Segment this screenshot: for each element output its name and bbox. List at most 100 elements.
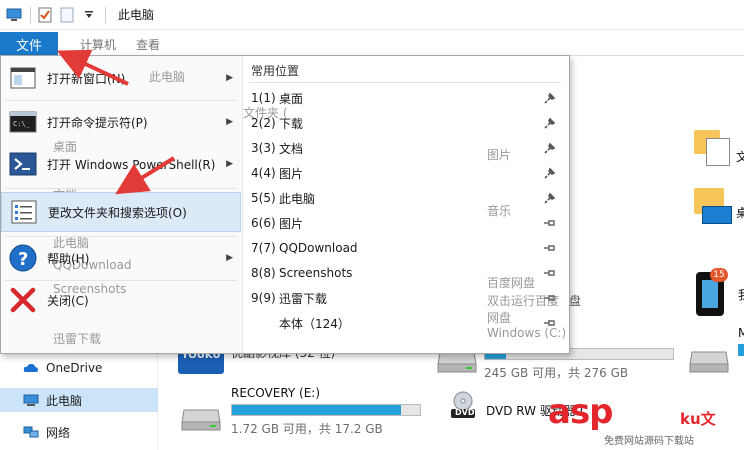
badge: 15 [710,268,728,282]
partial-label: 我 [738,286,744,303]
tab-computer[interactable]: 计算机 [80,36,116,53]
svg-text:?: ? [18,249,28,270]
ribbon-tabs: 文件 计算机 查看 [0,30,744,56]
powershell-icon [7,148,39,180]
nav-item-network[interactable]: 网络 [0,420,158,444]
faded-text: 迅雷下载 [53,332,102,346]
help-icon: ? [7,242,39,274]
chevron-down-icon[interactable] [81,7,97,23]
menu-label: 关闭(C) [47,293,89,308]
nav-item-onedrive[interactable]: OneDrive [0,356,158,380]
pin-icon[interactable] [543,91,557,105]
drive-usage-fill [232,405,402,415]
window-title: 此电脑 [118,8,155,22]
computer-icon [22,393,40,407]
partial-label: 文 [736,150,744,164]
menu-separator [5,236,237,237]
frequent-item-number: 8(8) [251,266,276,280]
quick-access-separator [30,6,31,23]
menu-item-open-new-window[interactable]: 打开新窗口(N) ▶ [1,60,241,96]
menu-separator [5,280,237,281]
frequent-item[interactable]: 2(2) 下载 [251,112,561,134]
command-prompt-icon: C:\_ [7,106,39,138]
menu-label: 打开 Windows PowerShell(R) [47,157,216,172]
frequent-item[interactable]: 7(7) QQDownload [251,237,561,259]
frequent-item[interactable]: 5(5) 此电脑 [251,187,561,209]
drive-info: 245 GB 可用，共 276 GB [484,366,629,380]
submenu-arrow-icon: ▶ [226,159,233,169]
frequent-item[interactable]: 9(9) 迅雷下载 [251,287,561,309]
document-icon [706,138,730,166]
submenu-arrow-icon: ▶ [226,73,233,83]
new-folder-icon[interactable] [59,7,75,23]
frequent-item-label: 桌面 [279,91,304,106]
frequent-item-number: 7(7) [251,241,276,255]
menu-item-command-prompt[interactable]: C:\_ 打开命令提示符(P) ▶ [1,104,241,140]
frequent-item[interactable]: 1(1) 桌面 [251,87,561,109]
phone-screen [702,280,718,308]
nav-label: 此电脑 [46,393,83,408]
menu-item-close[interactable]: 关闭(C) [1,282,241,318]
pin-icon[interactable] [543,141,557,155]
pin-icon[interactable] [543,116,557,130]
menu-item-help[interactable]: ? 帮助(H) ▶ [1,240,241,276]
frequent-item[interactable]: 4(4) 图片 [251,162,561,184]
network-icon [22,425,40,439]
frequent-item[interactable]: 本体（124） [251,312,561,334]
faded-text: 盘 [569,294,582,308]
unpin-icon[interactable] [543,266,557,280]
svg-text:C:\_: C:\_ [13,120,31,128]
menu-label: 帮助(H) [47,251,90,266]
nav-item-this-pc[interactable]: 此电脑 [0,388,158,412]
frequent-item-number: 4(4) [251,166,276,180]
dvd-icon: DVD [448,390,478,420]
dvd-label: DVD [455,408,475,417]
frequent-item-label: Screenshots [279,266,353,280]
drive-info: 1.72 GB 可用，共 17.2 GB [231,422,383,436]
file-tab[interactable]: 文件 [0,32,58,56]
submenu-arrow-icon: ▶ [226,117,233,127]
nav-label: 网络 [46,425,71,440]
menu-item-powershell[interactable]: 打开 Windows PowerShell(R) ▶ [1,144,241,184]
frequent-item-number: 9(9) [251,291,276,305]
frequent-item-number: 3(3) [251,141,276,155]
frequent-item-label: 下载 [279,116,304,131]
watermark-suffix: ku文 [680,410,716,428]
drive-name: RECOVERY (E:) [231,386,321,400]
frequent-item-number: 2(2) [251,116,276,130]
cloud-icon [22,361,40,375]
unpin-icon[interactable] [543,316,557,330]
frequent-item-label: 图片 [279,166,304,181]
menu-item-folder-options[interactable]: 更改文件夹和搜索选项(O) [1,192,241,232]
frequent-item-label: 迅雷下载 [279,291,328,306]
file-menu-commands: 此电脑 桌面 文档 此电脑 QQDownload Screenshots 迅雷下… [1,56,241,353]
menu-separator [5,188,237,189]
menu-label: 打开命令提示符(P) [47,115,148,130]
unpin-icon[interactable] [543,241,557,255]
submenu-arrow-icon: ▶ [226,253,233,263]
partial-usage-bar [738,344,744,356]
watermark: asp ku文 免费网站源码下载站 [548,392,742,448]
properties-icon[interactable] [37,7,53,23]
unpin-icon[interactable] [543,216,557,230]
frequent-item-number: 6(6) [251,216,276,230]
pin-icon[interactable] [543,191,557,205]
computer-icon[interactable] [6,7,22,23]
menu-label: 打开新窗口(N) [47,71,126,86]
watermark-logo: asp [548,392,614,432]
window-icon [7,62,39,94]
frequent-item[interactable]: 6(6) 图片 [251,212,561,234]
frequent-item[interactable]: 3(3) 文档 [251,137,561,159]
menu-separator [5,100,237,101]
frequent-item-number: 5(5) [251,191,276,205]
folder-options-icon [8,196,40,228]
watermark-subtitle: 免费网站源码下载站 [604,436,694,447]
pin-icon[interactable] [543,166,557,180]
title-bar: 此电脑 [0,0,744,30]
tab-view[interactable]: 查看 [136,36,160,53]
drive-recovery[interactable]: RECOVERY (E:) 1.72 GB 可用，共 17.2 GB [231,386,421,437]
unpin-icon[interactable] [543,291,557,305]
drive-usage-bar [231,404,421,416]
frequent-item[interactable]: 8(8) Screenshots [251,262,561,284]
hard-drive-icon [180,406,222,432]
